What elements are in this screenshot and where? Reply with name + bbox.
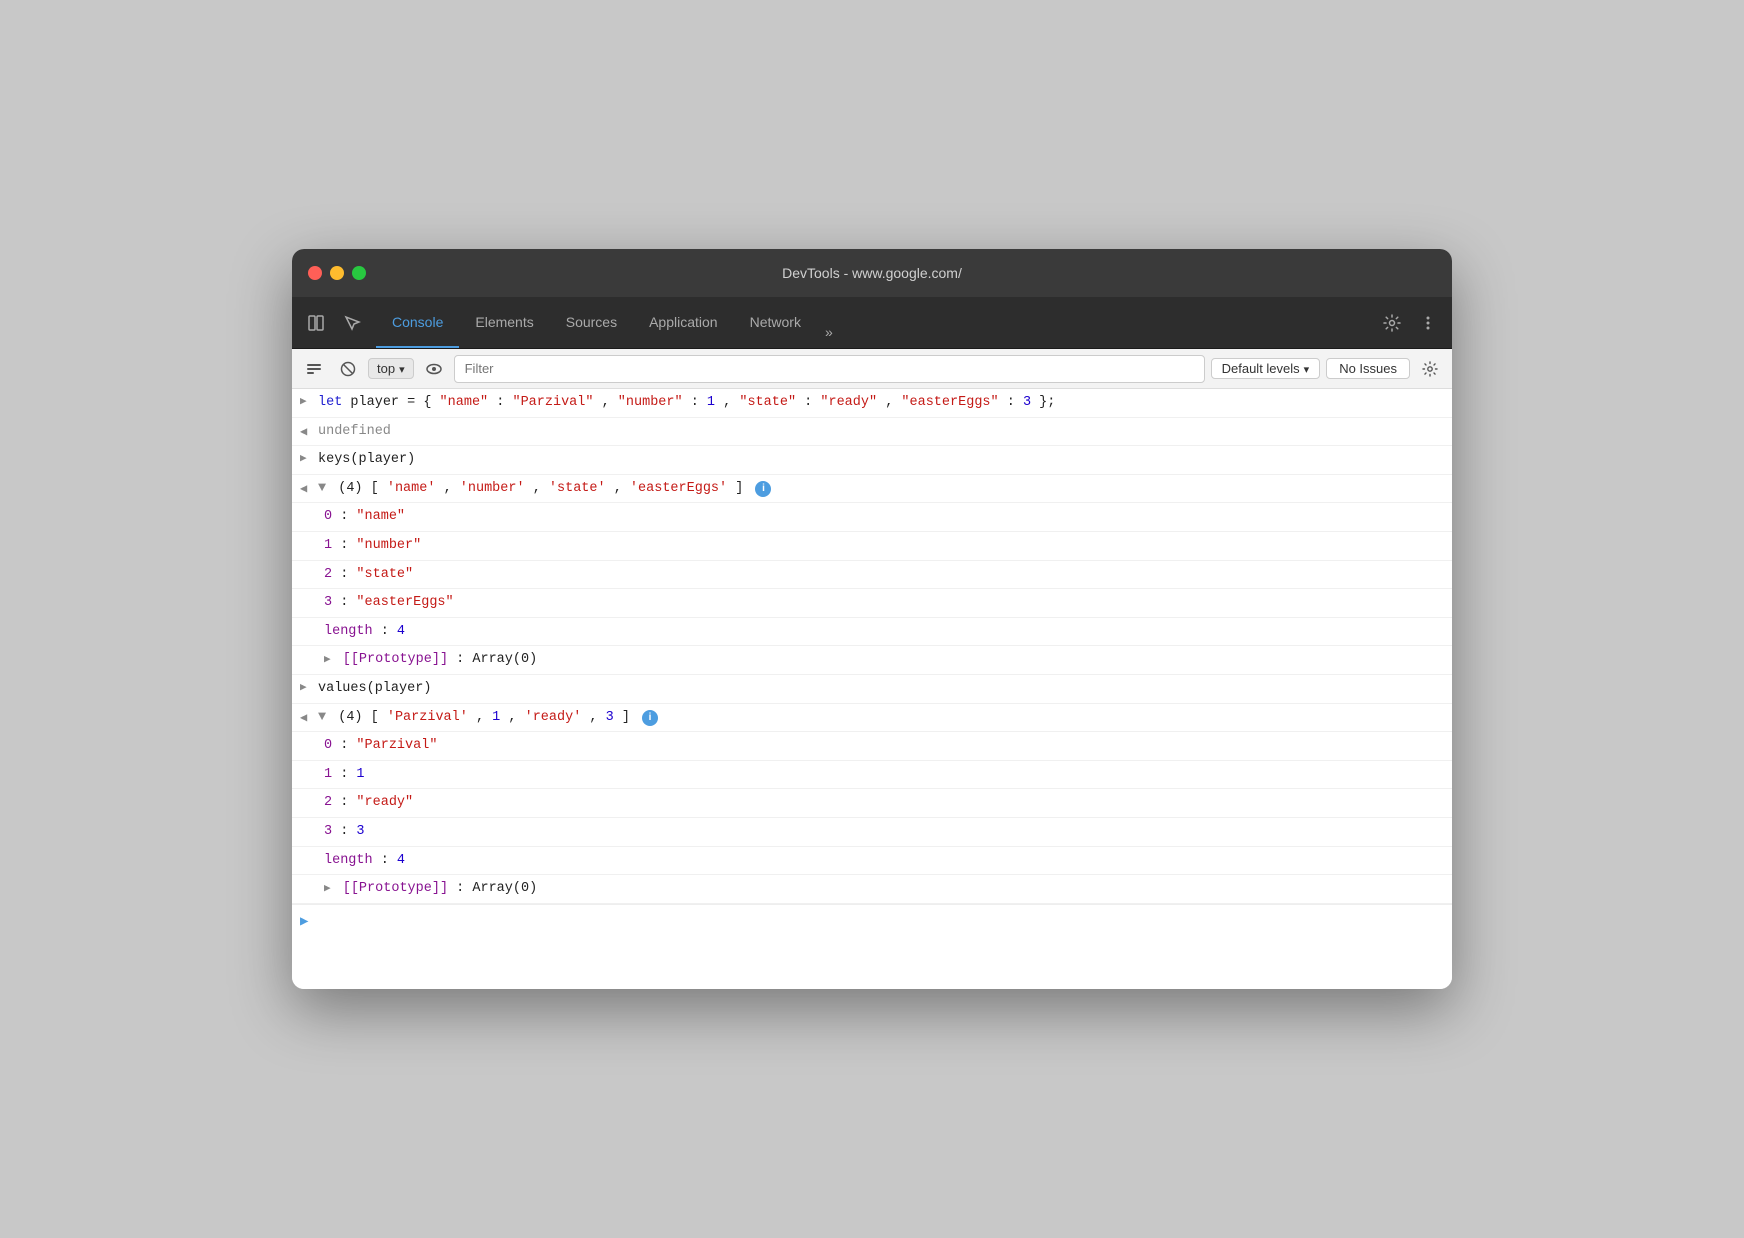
array-item-row: 2 : "ready": [292, 789, 1452, 818]
settings-icon[interactable]: [1376, 307, 1408, 339]
tab-sources[interactable]: Sources: [550, 297, 633, 348]
tab-application[interactable]: Application: [633, 297, 734, 348]
console-input-row: ▶: [292, 904, 1452, 939]
devtools-window: DevTools - www.google.com/ Console Eleme: [292, 249, 1452, 989]
row-content: undefined: [318, 421, 1452, 443]
console-input[interactable]: [316, 914, 1444, 930]
info-badge-2[interactable]: i: [642, 710, 658, 726]
row-content: 0 : "Parzival": [324, 735, 1452, 757]
row-content: values(player): [318, 678, 1452, 700]
more-options-icon[interactable]: [1412, 307, 1444, 339]
row-content: 3 : "easterEggs": [324, 592, 1452, 614]
row-content: ▼ (4) [ 'Parzival' , 1 , 'ready' , 3 ] i: [318, 707, 1452, 729]
row-content: 2 : "state": [324, 564, 1452, 586]
prototype-row-2: ▶ [[Prototype]] : Array(0): [292, 875, 1452, 904]
console-settings-icon[interactable]: [1416, 355, 1444, 383]
console-prompt: ▶: [300, 911, 308, 933]
console-row: ◀ undefined: [292, 418, 1452, 447]
tab-console[interactable]: Console: [376, 297, 459, 348]
array-item-row: 0 : "Parzival": [292, 732, 1452, 761]
prototype-row: ▶ [[Prototype]] : Array(0): [292, 646, 1452, 675]
row-content: length : 4: [324, 850, 1452, 872]
console-content: ▶ let player = { "name" : "Parzival" , "…: [292, 389, 1452, 989]
array-item-row: 1 : 1: [292, 761, 1452, 790]
console-row: ▶ let player = { "name" : "Parzival" , "…: [292, 389, 1452, 418]
array-result-row-2: ◀ ▼ (4) [ 'Parzival' , 1 , 'ready' , 3 ]…: [292, 704, 1452, 733]
inspect-icon[interactable]: [336, 307, 368, 339]
expand-arrow[interactable]: ▶: [300, 678, 318, 698]
row-content: 1 : 1: [324, 764, 1452, 786]
titlebar: DevTools - www.google.com/: [292, 249, 1452, 297]
eye-icon[interactable]: [420, 355, 448, 383]
context-label: top: [377, 361, 395, 376]
toolbar: Console Elements Sources Application Net…: [292, 297, 1452, 349]
chevron-down-icon: [1304, 361, 1310, 376]
console-row: ▶ values(player): [292, 675, 1452, 704]
tab-network[interactable]: Network: [734, 297, 817, 348]
row-content: length : 4: [324, 621, 1452, 643]
tab-elements[interactable]: Elements: [459, 297, 549, 348]
row-content: ▶ [[Prototype]] : Array(0): [324, 878, 1452, 900]
row-content: 0 : "name": [324, 506, 1452, 528]
row-prefix: ◀: [300, 421, 318, 442]
close-button[interactable]: [308, 266, 322, 280]
console-row: ▶ keys(player): [292, 446, 1452, 475]
array-item-row: 1 : "number": [292, 532, 1452, 561]
levels-select[interactable]: Default levels: [1211, 358, 1321, 379]
expand-icon-2[interactable]: ▶: [324, 883, 331, 895]
array-result-row: ◀ ▼ (4) [ 'name' , 'number' , 'state' , …: [292, 475, 1452, 504]
filter-input[interactable]: [454, 355, 1205, 383]
expand-toggle-2[interactable]: ▼: [318, 710, 326, 725]
row-content: keys(player): [318, 449, 1452, 471]
info-badge[interactable]: i: [755, 481, 771, 497]
row-content: 1 : "number": [324, 535, 1452, 557]
row-content: ▶ [[Prototype]] : Array(0): [324, 649, 1452, 671]
traffic-lights: [308, 266, 366, 280]
expand-arrow[interactable]: ▶: [300, 392, 318, 412]
context-selector[interactable]: top: [368, 358, 414, 379]
maximize-button[interactable]: [352, 266, 366, 280]
block-icon[interactable]: [334, 355, 362, 383]
tabs: Console Elements Sources Application Net…: [376, 297, 1376, 348]
collapse-arrow-2[interactable]: ◀: [300, 707, 318, 728]
no-issues-button[interactable]: No Issues: [1326, 358, 1410, 379]
toolbar-right: [1376, 307, 1444, 339]
expand-icon[interactable]: ▶: [324, 654, 331, 666]
array-item-row: 0 : "name": [292, 503, 1452, 532]
row-content: ▼ (4) [ 'name' , 'number' , 'state' , 'e…: [318, 478, 1452, 500]
row-content: 3 : 3: [324, 821, 1452, 843]
chevron-down-icon: [399, 361, 405, 376]
dock-icon[interactable]: [300, 307, 332, 339]
console-toolbar: top Default levels No Issues: [292, 349, 1452, 389]
clear-console-icon[interactable]: [300, 355, 328, 383]
expand-toggle[interactable]: ▼: [318, 481, 326, 496]
more-tabs-button[interactable]: »: [817, 316, 841, 348]
row-content: let player = { "name" : "Parzival" , "nu…: [318, 392, 1452, 414]
length-row-2: length : 4: [292, 847, 1452, 876]
window-title: DevTools - www.google.com/: [782, 265, 962, 281]
expand-arrow[interactable]: ▶: [300, 449, 318, 469]
minimize-button[interactable]: [330, 266, 344, 280]
collapse-arrow[interactable]: ◀: [300, 478, 318, 499]
length-row: length : 4: [292, 618, 1452, 647]
array-item-row: 3 : 3: [292, 818, 1452, 847]
toolbar-icons: [300, 307, 368, 339]
array-item-row: 3 : "easterEggs": [292, 589, 1452, 618]
row-content: 2 : "ready": [324, 792, 1452, 814]
array-item-row: 2 : "state": [292, 561, 1452, 590]
